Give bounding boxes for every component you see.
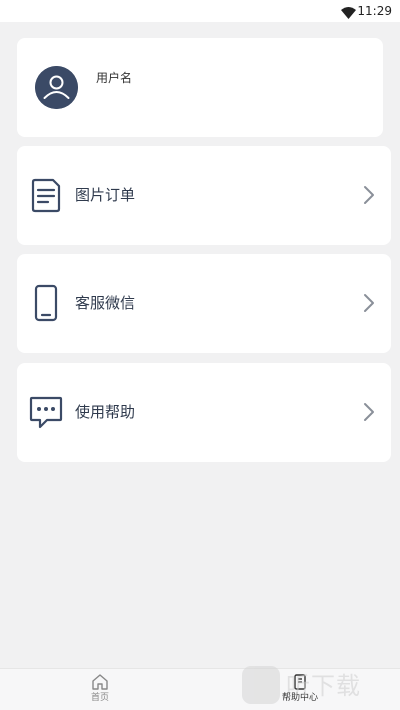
menu-item-label: 使用帮助 <box>75 403 136 421</box>
bottom-tab-bar: 首页 帮助中心 <box>0 668 400 710</box>
menu-item-help[interactable]: 使用帮助 <box>17 363 391 462</box>
tab-label: 首页 <box>90 693 109 703</box>
menu-item-label: 客服微信 <box>75 294 136 312</box>
status-time: 11:29 <box>357 4 392 18</box>
status-bar: 11:29 <box>0 0 400 22</box>
wifi-icon <box>341 4 356 19</box>
avatar-icon[interactable] <box>35 66 78 109</box>
chat-icon <box>27 393 65 431</box>
menu-item-wechat[interactable]: 客服微信 <box>17 254 391 353</box>
order-icon <box>27 176 65 214</box>
chevron-right-icon <box>363 185 375 205</box>
menu-item-label: 图片订单 <box>75 186 136 204</box>
chevron-right-icon <box>363 402 375 422</box>
username: 用户名 <box>96 71 133 85</box>
home-icon <box>91 673 109 691</box>
chevron-right-icon <box>363 293 375 313</box>
tab-help-center[interactable]: 帮助中心 <box>260 673 340 709</box>
menu-item-orders[interactable]: 图片订单 <box>17 146 391 245</box>
phone-icon <box>27 284 65 322</box>
profile-card[interactable]: 用户名 <box>17 38 383 137</box>
tab-label: 帮助中心 <box>281 693 318 703</box>
tab-home[interactable]: 首页 <box>60 673 140 709</box>
help-center-icon <box>291 673 309 691</box>
